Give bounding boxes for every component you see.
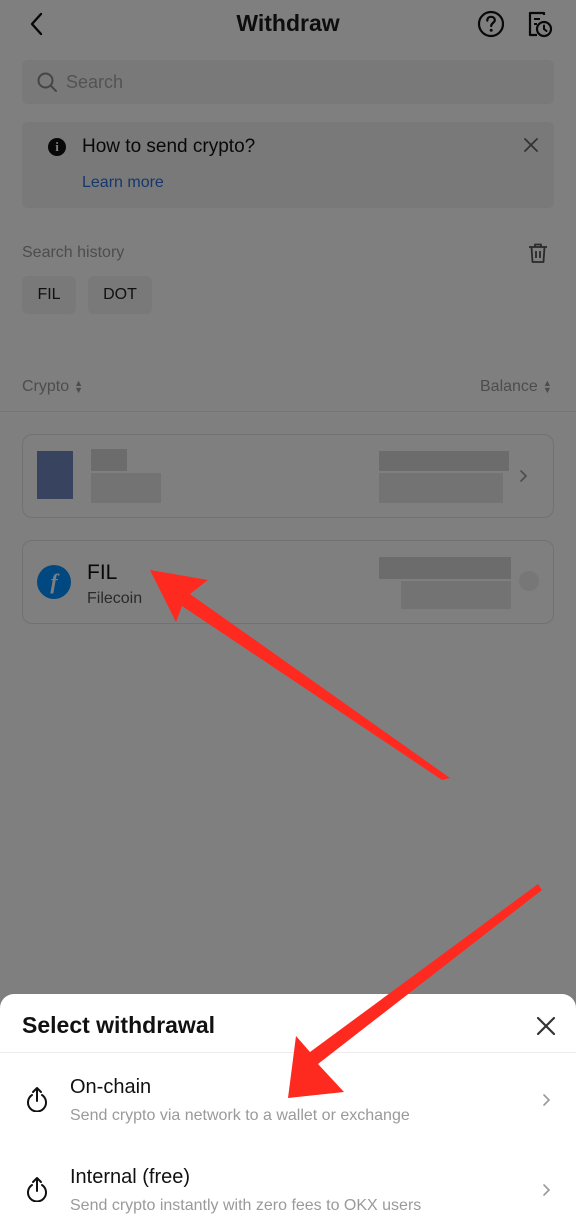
upload-arrow-icon [27,1087,47,1112]
close-icon[interactable] [534,1014,558,1038]
chevron-right-icon [543,1184,551,1196]
option-subtitle: Send crypto instantly with zero fees to … [70,1197,422,1214]
chevron-right-icon [543,1094,551,1106]
internal-option[interactable]: Internal (free) Send crypto instantly wi… [0,1154,576,1232]
divider [0,1052,576,1053]
select-withdrawal-sheet: Select withdrawal On-chain Send crypto v… [0,994,576,1232]
upload-arrow-icon [27,1177,47,1202]
option-subtitle: Send crypto via network to a wallet or e… [70,1107,410,1124]
option-title: Internal (free) [70,1166,191,1188]
option-title: On-chain [70,1076,152,1098]
sheet-title: Select withdrawal [22,1012,216,1038]
on-chain-option[interactable]: On-chain Send crypto via network to a wa… [0,1064,576,1144]
